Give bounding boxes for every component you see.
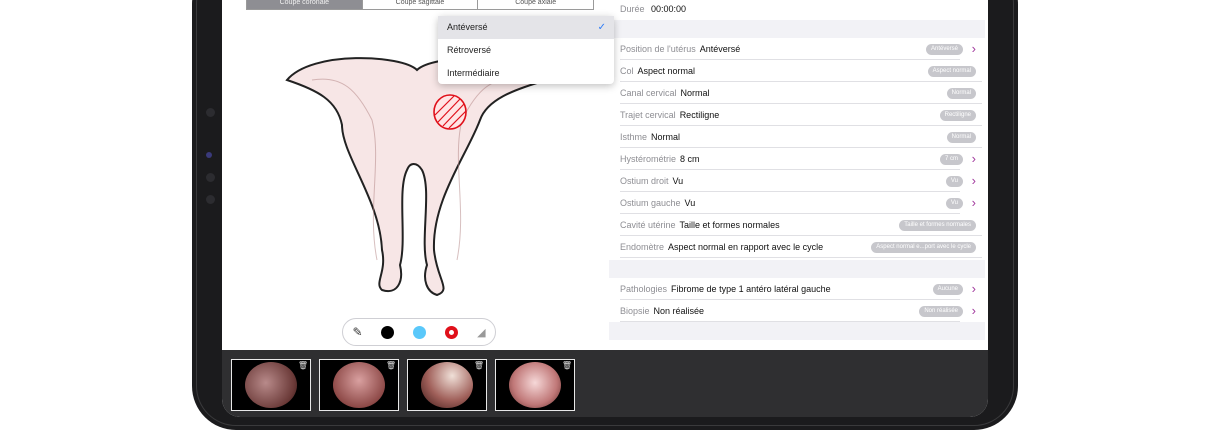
photo-strip: 🗑 🗑 🗑 🗑 xyxy=(222,350,988,417)
row-value: Non réalisée xyxy=(653,306,705,316)
color-black[interactable] xyxy=(381,325,395,339)
row-value: Antéversé xyxy=(699,44,741,54)
eraser-icon[interactable]: ✎ xyxy=(352,325,362,339)
next-section xyxy=(609,340,985,350)
form-row[interactable]: Isthme Normal Normal xyxy=(609,126,985,148)
uterus-diagram[interactable] xyxy=(282,50,552,300)
row-value: Normal xyxy=(680,88,710,98)
drawing-toolbar: ✎ ◢ xyxy=(342,318,496,346)
row-value: Normal xyxy=(651,132,681,142)
color-blue[interactable] xyxy=(413,325,427,339)
form-row[interactable]: Ostium droit Vu Vu › xyxy=(609,170,985,192)
row-label: Pathologies xyxy=(620,284,668,294)
row-label: Biopsie xyxy=(620,306,650,316)
thumbnail[interactable]: 🗑 xyxy=(495,359,575,411)
row-label: Col xyxy=(620,66,634,76)
uterus-outline xyxy=(285,57,549,297)
color-red[interactable] xyxy=(445,325,459,339)
row-value: Vu xyxy=(684,198,696,208)
form-row[interactable]: Col Aspect normal Aspect normal xyxy=(609,60,985,82)
form-row[interactable]: Ostium gauche Vu Vu › xyxy=(609,192,985,214)
row-value: Fibrome de type 1 antéro latéral gauche xyxy=(671,284,831,294)
form-row[interactable]: Endomètre Aspect normal en rapport avec l… xyxy=(609,236,985,258)
row-value: Taille et formes normales xyxy=(679,220,780,230)
thumbnail[interactable]: 🗑 xyxy=(319,359,399,411)
camera-dot xyxy=(206,173,215,182)
chevron-right-icon[interactable]: › xyxy=(972,41,976,56)
duration-row: Durée 00:00:00 xyxy=(609,0,985,20)
trash-icon[interactable]: 🗑 xyxy=(474,361,484,370)
form-row[interactable]: Biopsie Non réalisée Non réalisée › xyxy=(609,300,985,322)
form-row[interactable]: Trajet cervical Rectiligne Rectiligne xyxy=(609,104,985,126)
row-default-pill[interactable]: Aucune xyxy=(932,284,963,295)
row-default-pill[interactable]: Normal xyxy=(946,132,976,143)
segment-coronal[interactable]: Coupe coronale xyxy=(247,0,362,9)
row-default-pill[interactable]: 7 cm xyxy=(939,154,963,165)
row-default-pill[interactable]: Aspect normal e...port avec le cycle xyxy=(871,242,976,253)
form-row[interactable]: Pathologies Fibrome de type 1 antéro laté… xyxy=(609,278,985,300)
segment-sagittal[interactable]: Coupe sagittale xyxy=(361,0,478,9)
row-value: Aspect normal xyxy=(637,66,696,76)
row-label: Hystérométrie xyxy=(620,154,677,164)
form-row[interactable]: Cavité utérine Taille et formes normales T… xyxy=(609,214,985,236)
duration-value: 00:00:00 xyxy=(651,4,687,14)
thumbnail[interactable]: 🗑 xyxy=(407,359,487,411)
form-row[interactable]: Position de l'utérus Antéversé Antéversé › xyxy=(609,38,985,60)
pathology-section: Pathologies Fibrome de type 1 antéro laté… xyxy=(609,278,985,322)
exam-section: Position de l'utérus Antéversé Antéversé › C… xyxy=(609,38,985,260)
form-panel: Durée 00:00:00 Position de l'utérus Antév… xyxy=(609,0,985,350)
fibroid-marker xyxy=(433,94,467,130)
row-default-pill[interactable]: Rectiligne xyxy=(939,110,976,121)
row-label: Canal cervical xyxy=(620,88,677,98)
chevron-right-icon[interactable]: › xyxy=(972,151,976,166)
row-default-pill[interactable]: Normal xyxy=(946,88,976,99)
row-label: Ostium gauche xyxy=(620,198,681,208)
row-value: Rectiligne xyxy=(679,110,720,120)
row-value: 8 cm xyxy=(680,154,700,164)
row-label: Isthme xyxy=(620,132,648,142)
option-anteverse[interactable]: Antéversé ✓ xyxy=(438,16,614,39)
app-screen: Coupe coronale Coupe sagittale Coupe axi… xyxy=(222,0,988,417)
row-default-pill[interactable]: Non réalisée xyxy=(919,306,963,317)
row-default-pill[interactable]: Taille et formes normales xyxy=(899,220,976,231)
trash-icon[interactable]: 🗑 xyxy=(562,361,572,370)
trash-icon[interactable]: 🗑 xyxy=(386,361,396,370)
camera-dot xyxy=(206,195,215,204)
option-retroverse[interactable]: Rétroversé xyxy=(438,39,614,62)
thumbnail[interactable]: 🗑 xyxy=(231,359,311,411)
brush-off-icon[interactable]: ◢ xyxy=(477,326,485,339)
segment-axial[interactable]: Coupe axiale xyxy=(477,0,593,9)
form-row[interactable]: Hystérométrie 8 cm 7 cm › xyxy=(609,148,985,170)
option-intermediaire[interactable]: Intermédiaire xyxy=(438,62,614,85)
row-value: Aspect normal en rapport avec le cycle xyxy=(668,242,824,252)
chevron-right-icon[interactable]: › xyxy=(972,281,976,296)
row-default-pill[interactable]: Antéversé xyxy=(925,44,963,55)
checkmark-icon: ✓ xyxy=(597,22,606,33)
chevron-right-icon[interactable]: › xyxy=(972,173,976,188)
chevron-right-icon[interactable]: › xyxy=(972,195,976,210)
row-value: Vu xyxy=(672,176,684,186)
row-label: Position de l'utérus xyxy=(620,44,696,54)
chevron-right-icon[interactable]: › xyxy=(972,303,976,318)
row-default-pill[interactable]: Vu xyxy=(945,176,963,187)
sensor-dot xyxy=(206,152,212,158)
uterus-position-dropdown[interactable]: Antéversé ✓ Rétroversé Intermédiaire xyxy=(438,16,614,84)
row-label: Endomètre xyxy=(620,242,665,252)
form-row[interactable]: Canal cervical Normal Normal xyxy=(609,82,985,104)
row-default-pill[interactable]: Vu xyxy=(945,198,963,209)
duration-label: Durée xyxy=(620,4,645,14)
camera-dot xyxy=(206,108,215,117)
row-default-pill[interactable]: Aspect normal xyxy=(927,66,976,77)
row-label: Cavité utérine xyxy=(620,220,676,230)
row-label: Ostium droit xyxy=(620,176,669,186)
view-segmented-control[interactable]: Coupe coronale Coupe sagittale Coupe axi… xyxy=(246,0,594,10)
trash-icon[interactable]: 🗑 xyxy=(298,361,308,370)
row-label: Trajet cervical xyxy=(620,110,676,120)
